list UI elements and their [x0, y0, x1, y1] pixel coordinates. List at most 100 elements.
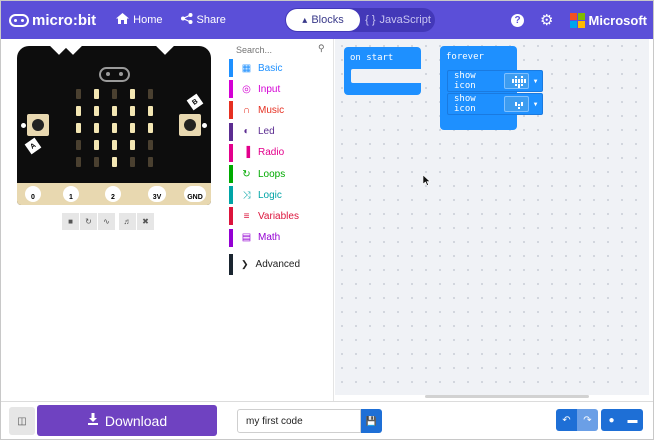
slow-motion-icon[interactable]: ∿ [98, 213, 115, 230]
microsoft-brand-text[interactable]: Microsoft [589, 13, 648, 28]
share-label: Share [196, 14, 226, 26]
simulator-controls: ■ ↻ ∿ ♬ ✖ [62, 213, 155, 230]
category-label: Radio [258, 147, 285, 159]
category-color-bar [229, 228, 233, 247]
microsoft-logo-square [577, 12, 585, 20]
led-pixel [76, 140, 81, 150]
javascript-tab[interactable]: { } JavaScript [363, 9, 433, 31]
restart-icon[interactable]: ↻ [80, 213, 97, 230]
redo-icon[interactable]: ↷ [577, 409, 598, 431]
mini-led-pixel [523, 81, 526, 83]
project-name-input[interactable] [237, 409, 361, 433]
toolbox-category-input[interactable]: ◎ Input [229, 80, 334, 99]
toolbox-category-loops[interactable]: ↻ Loops [229, 165, 334, 183]
fullscreen-icon[interactable]: ✖ [137, 213, 154, 230]
share-button[interactable]: Share [180, 13, 226, 27]
makecode-editor: micro:bit Home Share ▴ Blocks { } JavaSc… [0, 0, 654, 440]
led-pixel [148, 106, 153, 116]
pin-3v-label: 3V [152, 194, 162, 201]
show-icon-block-1[interactable]: show icon ▼ [447, 70, 543, 92]
blocks-workspace[interactable]: on start forever show icon ▼ show icon ▼ [335, 39, 649, 395]
workspace-scrollbar[interactable] [425, 395, 589, 398]
mute-icon[interactable]: ♬ [119, 213, 136, 230]
category-label: Music [258, 104, 285, 116]
toolbox-category-variables[interactable]: ≡ Variables [229, 207, 334, 226]
blocks-tab-label: Blocks [311, 14, 344, 26]
toolbox-category-basic[interactable]: ▦ Basic [229, 59, 334, 77]
pin-0[interactable]: 0 [25, 186, 41, 202]
led-pixel [148, 140, 153, 150]
mini-led-pixel [511, 81, 514, 83]
show-icon-block-2[interactable]: show icon ▼ [447, 93, 543, 115]
led-pixel [148, 157, 153, 167]
led-pixel [112, 89, 117, 99]
toolbox: ⚲ ▦ Basic ◎ Input ∩ Music ◐ Led ▐ Radio ↻ Loops ⤨ Log… [229, 39, 334, 401]
toolbox-category-math[interactable]: ▤ Math [229, 228, 334, 247]
led-pixel [76, 123, 81, 133]
heart-icon[interactable] [503, 73, 530, 89]
microsoft-logo-square [569, 20, 577, 28]
headphones-icon: ∩ [242, 104, 251, 116]
microbit-logo[interactable]: micro:bit [9, 12, 96, 29]
signal-icon: ▐ [242, 147, 251, 159]
toolbox-category-radio[interactable]: ▐ Radio [229, 143, 334, 162]
show-icon-label: show icon [454, 94, 476, 114]
on-start-block[interactable]: on start [344, 47, 421, 95]
stop-icon[interactable]: ■ [62, 213, 79, 230]
led-pixel [130, 106, 135, 116]
button-a[interactable] [27, 114, 49, 136]
pin-1[interactable]: 1 [63, 186, 79, 202]
home-icon [116, 13, 130, 27]
category-label: Variables [258, 210, 299, 222]
search-input[interactable] [236, 42, 328, 58]
home-button[interactable]: Home [116, 13, 163, 27]
save-button[interactable]: 💾 [361, 409, 382, 433]
search-icon[interactable]: ⚲ [318, 43, 325, 54]
board-notch [63, 46, 83, 55]
pin-2[interactable]: 2 [105, 186, 121, 202]
button-b[interactable] [179, 114, 201, 136]
calculator-icon: ▤ [241, 232, 252, 244]
button-b-label: B [186, 93, 204, 111]
led-pixel [94, 89, 99, 99]
category-color-bar [229, 165, 233, 183]
advanced-category[interactable]: ❯ Advanced [229, 254, 334, 275]
microbit-logo-icon [9, 13, 29, 27]
help-icon[interactable]: ? [511, 13, 525, 27]
small-heart-icon[interactable] [503, 96, 530, 112]
zoom-group: ● ▬ [601, 409, 643, 431]
mini-led-pixel [517, 106, 520, 109]
toolbox-category-logic[interactable]: ⤨ Logic [229, 186, 334, 205]
undo-icon[interactable]: ↶ [556, 409, 577, 431]
blocks-tab[interactable]: ▴ Blocks [286, 9, 360, 31]
loop-icon: ↻ [242, 168, 251, 180]
logo-text: micro:bit [32, 11, 97, 29]
chevron-down-icon[interactable]: ▼ [529, 71, 542, 91]
toolbox-category-led[interactable]: ◐ Led [229, 122, 334, 141]
zoom-in-icon[interactable]: ● [601, 409, 622, 431]
mini-led-pixel [520, 104, 523, 106]
board-notch [155, 46, 175, 55]
gear-icon[interactable]: ⚙ [540, 11, 553, 29]
led-pixel [130, 140, 135, 150]
category-color-bar [229, 186, 233, 205]
grid-icon: ▦ [241, 62, 252, 74]
forever-label: forever [446, 52, 484, 62]
editor-toggle: ▴ Blocks { } JavaScript [285, 8, 435, 32]
toolbox-category-music[interactable]: ∩ Music [229, 101, 334, 120]
download-button[interactable]: Download [37, 405, 217, 436]
pin-3v[interactable]: 3V [148, 186, 166, 202]
collapse-simulator-button[interactable]: ◫ [9, 407, 35, 435]
category-color-bar [229, 207, 233, 226]
zoom-out-icon[interactable]: ▬ [622, 409, 643, 431]
chevron-down-icon[interactable]: ▼ [529, 94, 542, 114]
share-icon [180, 13, 193, 27]
category-label: Math [258, 232, 281, 244]
category-label: Logic [258, 189, 282, 201]
collapse-icon: ◫ [17, 415, 27, 427]
pin-gnd[interactable]: GND [184, 186, 206, 202]
category-color-bar [229, 122, 233, 141]
side-hole [202, 123, 207, 128]
led-pixel [112, 140, 117, 150]
category-color-bar [229, 80, 233, 99]
